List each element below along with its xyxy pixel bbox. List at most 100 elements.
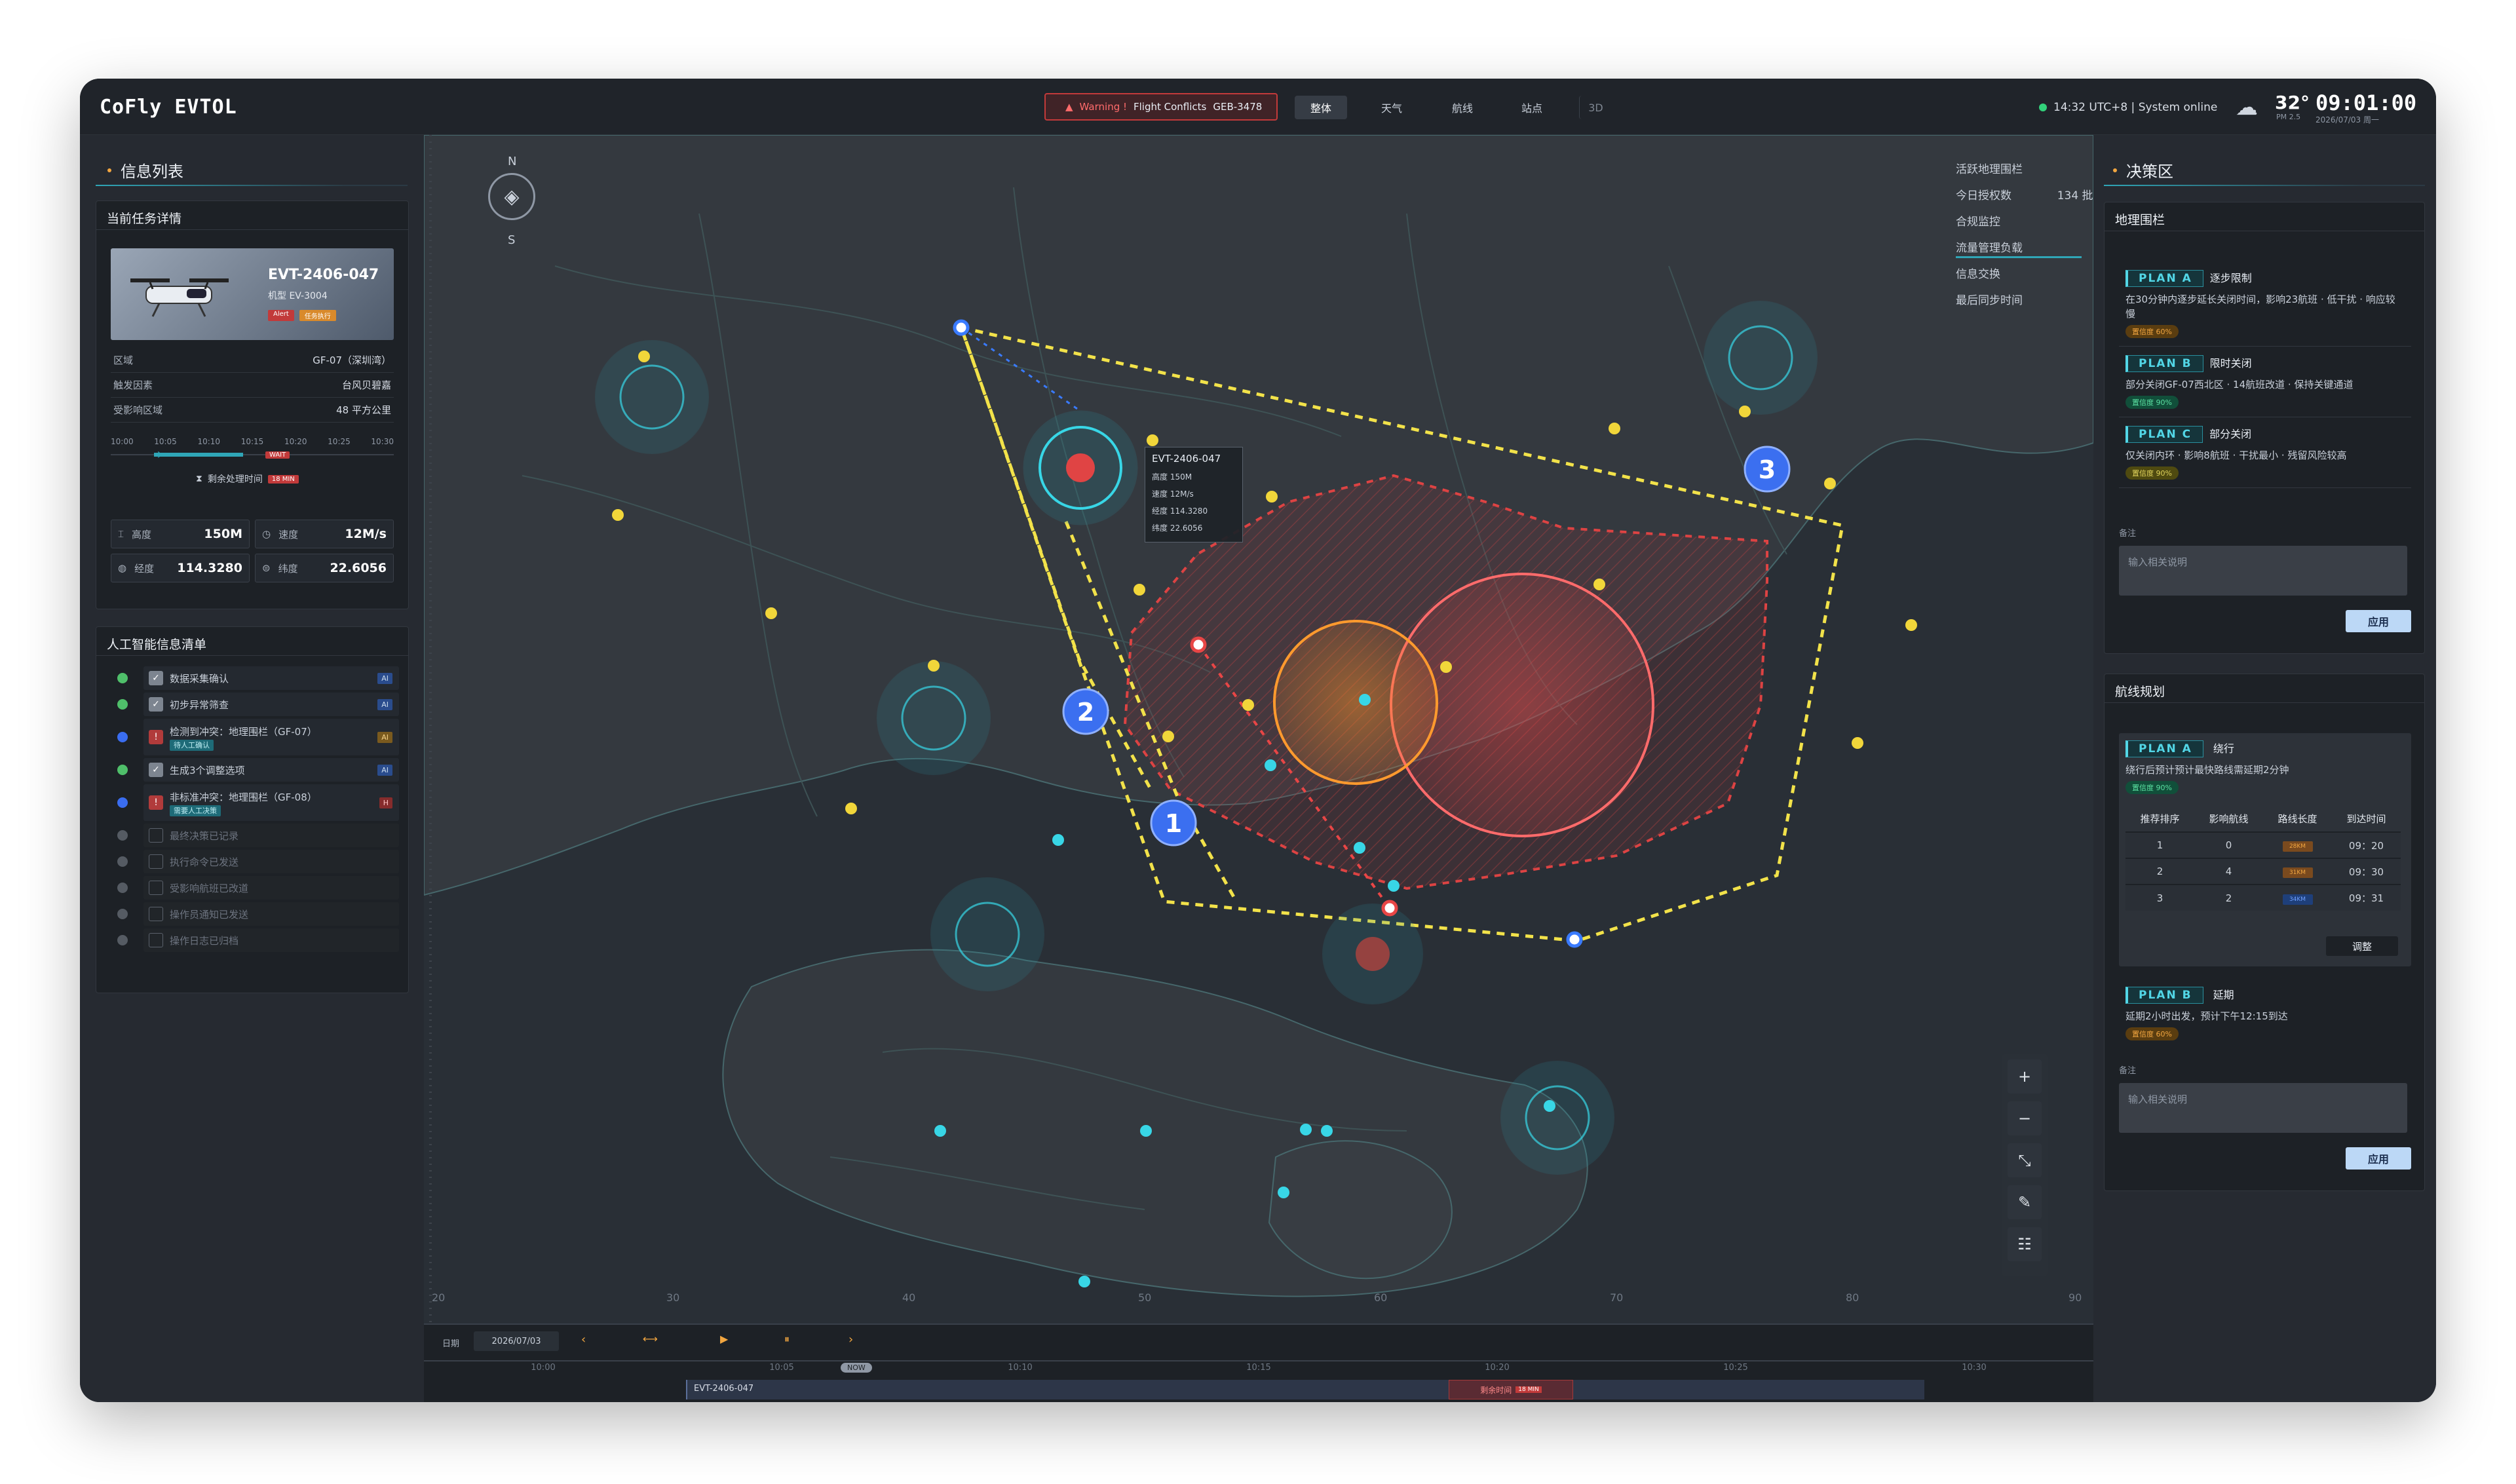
geofence-plans: PLAN A 逐步限制 在30分钟内逐步延长关闭时间，影响23航班 · 低干扰 · … [2119,261,2411,488]
note-input[interactable]: 输入相关说明 [2119,1083,2407,1133]
checkbox[interactable] [149,854,163,869]
note-label: 备注 [2119,529,2137,539]
pending-circle-icon [117,935,128,945]
next-icon[interactable]: › [848,1333,853,1346]
task-detail-card: 当前任务详情 EVT-2406-047 机型 EV-3004 Alert 任务执… [96,200,409,609]
layers-button[interactable]: ☷ [2008,1227,2042,1261]
now-indicator: NOW [841,1363,872,1373]
popup-row: 高度 150M [1152,472,1192,482]
status-badge: 任务执行 [299,310,336,321]
map-stat-row: 今日授权数134 批准 · 7 待处理 [1956,189,2093,202]
checklist-text: 操作员通知已发送 [170,908,249,921]
checklist-item[interactable]: ✓ 数据采集确认 AI [117,666,399,690]
prev-icon[interactable]: ‹ [581,1333,586,1346]
checkbox[interactable]: ! [149,795,163,810]
date-picker[interactable]: 2026/07/03 [474,1331,559,1351]
info-row: 触发因素 台风贝碧嘉 [111,373,394,398]
checkbox[interactable] [149,828,163,843]
speed-icon: ◷ [262,528,271,540]
drone-marker-icon: ✈ [155,450,163,461]
tab-routes[interactable]: 航线 [1436,96,1489,119]
map-view[interactable]: 20 30 40 50 60 70 80 90 1 2 3 N ◈ S 活跃地理… [424,135,2093,1323]
adjust-button[interactable]: 调整 [2326,936,2398,956]
geofence-plan[interactable]: PLAN B 限时关闭 部分关闭GF-07西北区 · 14航班改道 · 保持关键通道… [2119,347,2411,417]
checkbox[interactable] [149,881,163,895]
flight-track[interactable]: EVT-2406-047 剩余时间 18 MIN [686,1380,1924,1399]
draw-button[interactable]: ✎ [2008,1185,2042,1219]
step-icon[interactable]: ⟷ [643,1333,658,1345]
apply-button[interactable]: 应用 [2346,610,2411,632]
geofence-plan[interactable]: PLAN C 部分关闭 仅关闭内环 · 影响8航班 · 干扰最小 · 残留风险较高置… [2119,417,2411,488]
grid-label-x: 40 [902,1291,915,1304]
stat-latitude: ⊜ 纬度 22.6056 [255,554,394,582]
warning-level: Warning ! [1079,101,1127,113]
warning-label: Flight Conflicts [1134,101,1207,113]
info-row: 受影响区域 48 平方公里 [111,398,394,423]
flight-popup: EVT-2406-047 高度 150M 速度 12M/s 经度 114.328… [1145,447,1243,542]
marker-2: 2 [1077,698,1094,727]
conflict-warning[interactable]: ▲ Warning ! Flight Conflicts GEB-3478 [1044,93,1278,121]
remaining-value: 18 MIN [1515,1386,1542,1393]
checklist-item[interactable]: 最终决策已记录 [117,824,399,847]
checkbox[interactable] [149,907,163,921]
route-plan-b[interactable]: PLAN B 延期 延期2小时出发，预计下午12:15到达 置信度 60% [2119,978,2411,1048]
timeline-ticks: 10:00 10:05 10:10 10:15 10:20 10:25 10:30 [531,1363,1987,1373]
aqi-label: PM 2.5 [2276,113,2301,121]
section-title-decision: 决策区 [2113,159,2173,181]
map-controls: + − ⤡ ✎ ☷ [2002,1054,2048,1276]
table-row[interactable]: 24 31KM 09：30 [2125,858,2401,885]
left-panel: 信息列表 当前任务详情 EVT-2406-047 机型 EV-3004 Aler… [80,135,424,1402]
play-icon[interactable]: ▶ [720,1333,728,1345]
checklist-item[interactable]: 操作日志已归档 [117,928,399,952]
alert-badge: Alert [268,310,294,321]
plan-name: 延期 [2213,989,2234,1001]
plan-desc: 仅关闭内环 · 影响8航班 · 干扰最小 · 残留风险较高 [2125,449,2347,461]
clock: 09:01:00 [2316,90,2417,115]
checklist-item[interactable]: 受影响航班已改道 [117,876,399,900]
compass[interactable]: N ◈ S [483,155,542,253]
checklist-item[interactable]: 操作员通知已发送 [117,902,399,926]
divider [96,185,408,186]
track-label: EVT-2406-047 [694,1384,754,1394]
zoom-in-button[interactable]: + [2008,1059,2042,1094]
checklist-text: 最终决策已记录 [170,829,239,842]
grid-label-x: 90 [2068,1291,2082,1304]
compass-needle-icon: ◈ [488,173,535,220]
checklist-item[interactable]: ✓ 生成3个调整选项 AI [117,758,399,782]
checkbox[interactable]: ✓ [149,697,163,712]
checklist-item[interactable]: 执行命令已发送 [117,850,399,873]
stat-speed: ◷ 速度 12M/s [255,520,394,548]
table-row[interactable]: 10 28KM 09：20 [2125,831,2401,858]
route-plan-a[interactable]: PLAN A 绕行 绕行后预计预计最快路线需延期2分钟 置信度 90% 推荐排序… [2119,733,2411,966]
pause-icon[interactable]: ⏸ [784,1333,790,1346]
table-row[interactable]: 32 34KM 09：31 [2125,884,2401,911]
checklist-item[interactable]: ! 检测到冲突：地理围栏（GF-07） 待人工确认 AI [117,719,399,755]
checkbox[interactable]: ✓ [149,763,163,777]
map-stat-row: 活跃地理围栏12 / 18 [1956,162,2023,176]
note-input[interactable]: 输入相关说明 [2119,546,2407,596]
checklist-text: 生成3个调整选项 [170,764,245,776]
zoom-out-button[interactable]: − [2008,1101,2042,1135]
checkbox[interactable] [149,933,163,947]
task-mini-timeline: 10:00 10:05 10:10 10:15 10:20 10:25 10:30 WAIT… [111,437,394,485]
tab-weather[interactable]: 天气 [1365,96,1418,119]
divider [2104,185,2425,186]
fullscreen-button[interactable]: ⤡ [2008,1143,2042,1177]
grid-label-x: 80 [1846,1291,1859,1304]
map-stat-row: 信息交换ONLINE [1956,259,2093,286]
marker-3: 3 [1759,455,1776,484]
checkbox[interactable]: ! [149,730,163,744]
checklist-item[interactable]: ! 非标准冲突：地理围栏（GF-08） 需要人工决策 H [117,784,399,821]
grid-label-x: 30 [666,1291,679,1304]
compass-s: S [508,233,516,247]
apply-button[interactable]: 应用 [2346,1147,2411,1170]
geofence-plan[interactable]: PLAN A 逐步限制 在30分钟内逐步延长关闭时间，影响23航班 · 低干扰 · … [2119,261,2411,347]
altitude-icon: ⌶ [118,528,124,540]
view-mode-toggle[interactable]: 3D [1579,96,1612,119]
checkbox[interactable]: ✓ [149,671,163,685]
tab-stations[interactable]: 站点 [1506,96,1558,119]
tab-overview[interactable]: 整体 [1295,96,1347,119]
pending-circle-icon [117,883,128,893]
checklist-item[interactable]: ✓ 初步异常筛查 AI [117,693,399,716]
popup-row: 经度 114.3280 [1152,506,1208,516]
